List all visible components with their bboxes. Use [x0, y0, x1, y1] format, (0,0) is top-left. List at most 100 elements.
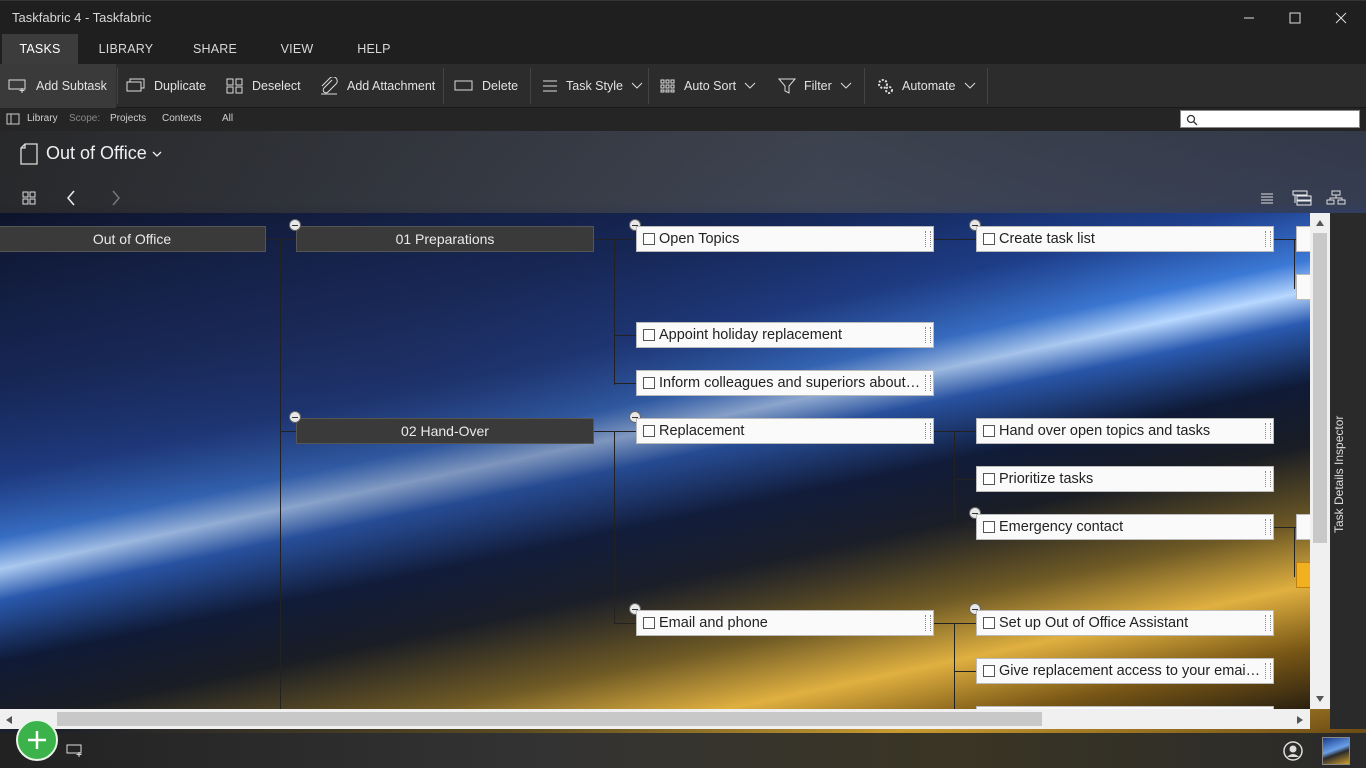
task-prioritize[interactable]: Prioritize tasks — [976, 466, 1274, 492]
grid-sort-icon — [660, 79, 675, 93]
task-details-inspector-tab[interactable]: Task Details Inspector — [1330, 213, 1366, 729]
minimize-button[interactable] — [1226, 1, 1272, 35]
scope-all[interactable]: All — [222, 113, 233, 124]
task-setup-ooo[interactable]: Set up Out of Office Assistant — [976, 610, 1274, 636]
project-title-dropdown[interactable]: Out of Office — [46, 143, 162, 164]
plus-icon — [28, 731, 46, 749]
automate-label: Automate — [902, 79, 956, 93]
task-checkbox[interactable] — [983, 425, 995, 437]
task-checkbox[interactable] — [983, 233, 995, 245]
task-open-topics[interactable]: Open Topics — [636, 226, 934, 252]
task-checkbox[interactable] — [643, 617, 655, 629]
add-task-fab[interactable] — [16, 719, 58, 761]
connector — [954, 527, 976, 528]
scroll-left-icon[interactable] — [5, 715, 13, 725]
task-partial-right[interactable] — [1296, 226, 1310, 252]
scrollbar-thumb[interactable] — [57, 712, 1042, 726]
task-checkbox[interactable] — [983, 617, 995, 629]
forward-arrow-icon[interactable] — [111, 190, 121, 206]
drag-handle[interactable] — [1265, 519, 1271, 535]
scroll-down-icon[interactable] — [1315, 695, 1325, 703]
task-checkbox[interactable] — [643, 377, 655, 389]
duplicate-icon — [126, 78, 145, 92]
add-subtask-small-icon[interactable] — [66, 744, 84, 758]
task-hand-over[interactable]: Hand over open topics and tasks — [976, 418, 1274, 444]
close-button[interactable] — [1318, 1, 1364, 35]
mindmap-canvas[interactable]: Out of Office 01 Preparations 02 Hand-Ov… — [0, 213, 1310, 709]
scroll-up-icon[interactable] — [1315, 219, 1325, 227]
tab-library[interactable]: LIBRARY — [88, 34, 164, 64]
connector — [594, 431, 636, 432]
search-input[interactable] — [1180, 110, 1360, 128]
task-label: Email and phone — [659, 615, 768, 631]
connector — [280, 431, 296, 432]
root-node[interactable]: Out of Office — [0, 226, 266, 252]
scope-projects[interactable]: Projects — [110, 113, 146, 124]
group-node-preparations[interactable]: 01 Preparations — [296, 226, 594, 252]
tab-view[interactable]: VIEW — [266, 34, 328, 64]
tab-share[interactable]: SHARE — [178, 34, 252, 64]
maximize-button[interactable] — [1272, 1, 1318, 35]
collapse-toggle[interactable] — [289, 219, 301, 231]
horizontal-scrollbar[interactable] — [0, 709, 1310, 729]
deselect-label: Deselect — [252, 79, 301, 93]
group-node-hand-over[interactable]: 02 Hand-Over — [296, 418, 594, 444]
task-inform-colleagues[interactable]: Inform colleagues and superiors about up… — [636, 370, 934, 396]
tree-view-icon[interactable] — [1292, 190, 1312, 206]
drag-handle[interactable] — [1265, 663, 1271, 679]
background-thumbnail[interactable] — [1322, 737, 1350, 765]
add-subtask-button[interactable]: Add Subtask — [0, 64, 116, 108]
filter-dropdown[interactable]: Filter — [770, 64, 860, 108]
task-checkbox[interactable] — [643, 233, 655, 245]
task-checkbox[interactable] — [983, 665, 995, 677]
collapse-toggle[interactable] — [289, 411, 301, 423]
main-area: Out of Office Out of Office 01 Preparati… — [0, 131, 1366, 733]
task-create-task-list[interactable]: Create task list — [976, 226, 1274, 252]
drag-handle[interactable] — [1265, 471, 1271, 487]
task-checkbox[interactable] — [643, 425, 655, 437]
drag-handle[interactable] — [925, 423, 931, 439]
scope-contexts[interactable]: Contexts — [162, 113, 201, 124]
drag-handle[interactable] — [1265, 231, 1271, 247]
add-attachment-button[interactable]: Add Attachment — [311, 64, 441, 108]
automate-dropdown[interactable]: Automate — [868, 64, 986, 108]
user-account-icon[interactable] — [1283, 741, 1303, 761]
tab-tasks[interactable]: TASKS — [2, 34, 78, 64]
task-label: Inform colleagues and superiors about up… — [659, 375, 921, 391]
grid-view-icon[interactable] — [22, 191, 36, 205]
task-emergency-contact[interactable]: Emergency contact — [976, 514, 1274, 540]
mindmap-view-icon[interactable] — [1326, 190, 1346, 206]
task-partial-right[interactable] — [1296, 562, 1310, 588]
list-view-icon[interactable] — [1260, 192, 1274, 204]
scope-bar: Library Scope: Projects Contexts All — [0, 108, 1366, 131]
scrollbar-thumb[interactable] — [1313, 233, 1327, 543]
drag-handle[interactable] — [925, 327, 931, 343]
task-give-access[interactable]: Give replacement access to your email an… — [976, 658, 1274, 684]
task-checkbox[interactable] — [643, 329, 655, 341]
vertical-scrollbar[interactable] — [1310, 213, 1330, 709]
window-title: Taskfabric 4 - Taskfabric — [12, 10, 152, 25]
task-style-dropdown[interactable]: Task Style — [534, 64, 646, 108]
drag-handle[interactable] — [925, 375, 931, 391]
task-partial-right[interactable] — [1296, 514, 1310, 540]
auto-sort-dropdown[interactable]: Auto Sort — [652, 64, 766, 108]
library-toggle[interactable]: Library — [27, 113, 58, 124]
scroll-right-icon[interactable] — [1296, 715, 1304, 725]
library-panel-icon[interactable] — [6, 113, 20, 125]
task-replacement[interactable]: Replacement — [636, 418, 934, 444]
task-appoint-replacement[interactable]: Appoint holiday replacement — [636, 322, 934, 348]
tab-help[interactable]: HELP — [344, 34, 404, 64]
task-email-phone[interactable]: Email and phone — [636, 610, 934, 636]
task-partial-right[interactable] — [1296, 274, 1310, 300]
delete-button[interactable]: Delete — [446, 64, 528, 108]
drag-handle[interactable] — [1265, 423, 1271, 439]
drag-handle[interactable] — [925, 231, 931, 247]
back-arrow-icon[interactable] — [66, 190, 76, 206]
duplicate-button[interactable]: Duplicate — [118, 64, 214, 108]
drag-handle[interactable] — [1265, 615, 1271, 631]
drag-handle[interactable] — [925, 615, 931, 631]
gears-icon — [878, 79, 893, 94]
task-checkbox[interactable] — [983, 521, 995, 533]
task-checkbox[interactable] — [983, 473, 995, 485]
deselect-button[interactable]: Deselect — [218, 64, 308, 108]
